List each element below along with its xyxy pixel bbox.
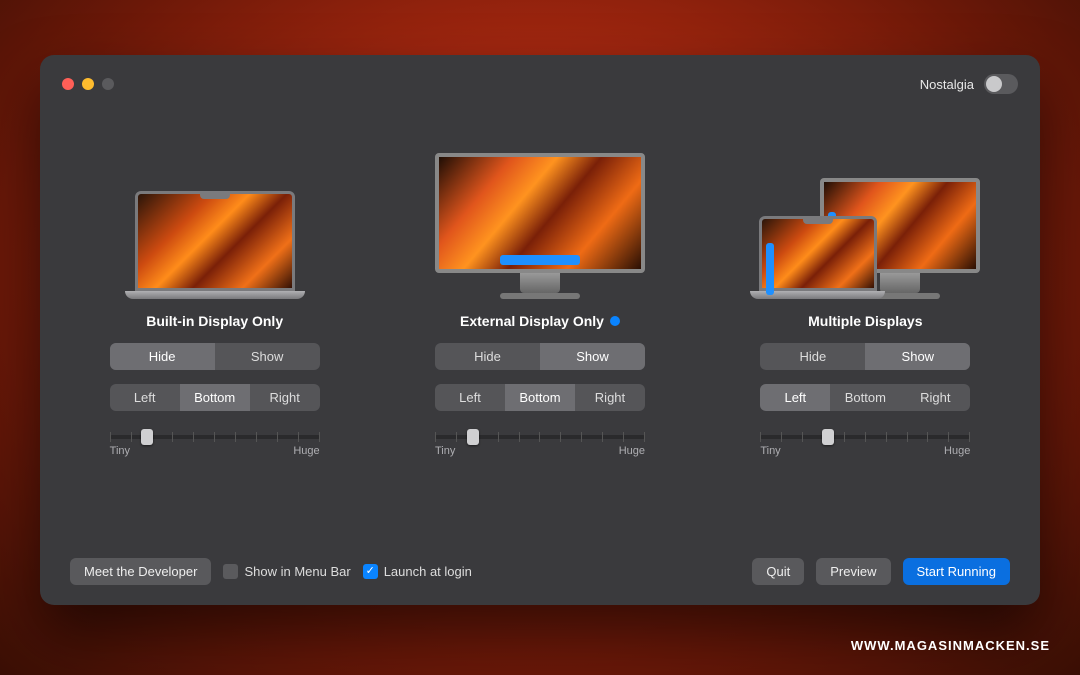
preview-button[interactable]: Preview xyxy=(816,558,890,585)
quit-button[interactable]: Quit xyxy=(752,558,804,585)
right-button[interactable]: Right xyxy=(900,384,970,411)
slider-thumb[interactable] xyxy=(822,429,834,445)
app-window: Nostalgia Built-in Display Only Hide Sho… xyxy=(40,55,1040,605)
column-title: Multiple Displays xyxy=(808,313,922,329)
visibility-segment-external: Hide Show xyxy=(435,343,645,370)
slider-max-label: Huge xyxy=(619,445,645,457)
column-multiple: Multiple Displays Hide Show Left Bottom … xyxy=(723,149,1008,538)
show-button[interactable]: Show xyxy=(215,343,320,370)
visibility-segment-builtin: Hide Show xyxy=(110,343,320,370)
left-button[interactable]: Left xyxy=(110,384,180,411)
column-builtin: Built-in Display Only Hide Show Left Bot… xyxy=(72,149,357,538)
titlebar: Nostalgia xyxy=(62,69,1018,99)
slider-thumb[interactable] xyxy=(141,429,153,445)
nostalgia-label: Nostalgia xyxy=(920,77,974,92)
zoom-icon[interactable] xyxy=(102,78,114,90)
column-external: External Display Only Hide Show Left Bot… xyxy=(397,149,682,538)
bottom-button[interactable]: Bottom xyxy=(180,384,250,411)
dock-indicator-icon xyxy=(766,243,774,295)
slider-min-label: Tiny xyxy=(760,445,780,457)
nostalgia-toggle[interactable] xyxy=(984,74,1018,94)
display-columns: Built-in Display Only Hide Show Left Bot… xyxy=(62,99,1018,548)
show-button[interactable]: Show xyxy=(865,343,970,370)
right-button[interactable]: Right xyxy=(575,384,645,411)
laptop-icon xyxy=(125,191,305,299)
slider-max-label: Huge xyxy=(293,445,319,457)
start-running-button[interactable]: Start Running xyxy=(903,558,1011,585)
bottom-button[interactable]: Bottom xyxy=(505,384,575,411)
launch-login-checkbox[interactable]: Launch at login xyxy=(363,564,472,579)
bottom-button[interactable]: Bottom xyxy=(830,384,900,411)
slider-max-label: Huge xyxy=(944,445,970,457)
multi-display-icon xyxy=(750,149,980,299)
monitor-icon xyxy=(435,153,645,299)
meet-developer-button[interactable]: Meet the Developer xyxy=(70,558,211,585)
active-indicator-icon xyxy=(610,316,620,326)
hide-button[interactable]: Hide xyxy=(435,343,540,370)
device-preview-external xyxy=(397,149,682,299)
size-slider-external[interactable]: Tiny Huge xyxy=(435,425,645,457)
slider-min-label: Tiny xyxy=(110,445,130,457)
watermark: WWW.MAGASINMACKEN.SE xyxy=(851,638,1050,653)
slider-min-label: Tiny xyxy=(435,445,455,457)
checkbox-label: Show in Menu Bar xyxy=(244,564,350,579)
column-title: Built-in Display Only xyxy=(146,313,283,329)
show-menubar-checkbox[interactable]: Show in Menu Bar xyxy=(223,564,350,579)
hide-button[interactable]: Hide xyxy=(110,343,215,370)
dock-indicator-icon xyxy=(500,255,580,265)
position-segment-builtin: Left Bottom Right xyxy=(110,384,320,411)
close-icon[interactable] xyxy=(62,78,74,90)
position-segment-multiple: Left Bottom Right xyxy=(760,384,970,411)
device-preview-multiple xyxy=(723,149,1008,299)
right-button[interactable]: Right xyxy=(250,384,320,411)
device-preview-builtin xyxy=(72,149,357,299)
slider-thumb[interactable] xyxy=(467,429,479,445)
footer: Meet the Developer Show in Menu Bar Laun… xyxy=(62,548,1018,585)
hide-button[interactable]: Hide xyxy=(760,343,865,370)
show-button[interactable]: Show xyxy=(540,343,645,370)
checkbox-icon[interactable] xyxy=(363,564,378,579)
minimize-icon[interactable] xyxy=(82,78,94,90)
window-controls xyxy=(62,78,114,90)
size-slider-builtin[interactable]: Tiny Huge xyxy=(110,425,320,457)
checkbox-icon[interactable] xyxy=(223,564,238,579)
column-title: External Display Only xyxy=(460,313,604,329)
position-segment-external: Left Bottom Right xyxy=(435,384,645,411)
left-button[interactable]: Left xyxy=(435,384,505,411)
size-slider-multiple[interactable]: Tiny Huge xyxy=(760,425,970,457)
visibility-segment-multiple: Hide Show xyxy=(760,343,970,370)
left-button[interactable]: Left xyxy=(760,384,830,411)
checkbox-label: Launch at login xyxy=(384,564,472,579)
